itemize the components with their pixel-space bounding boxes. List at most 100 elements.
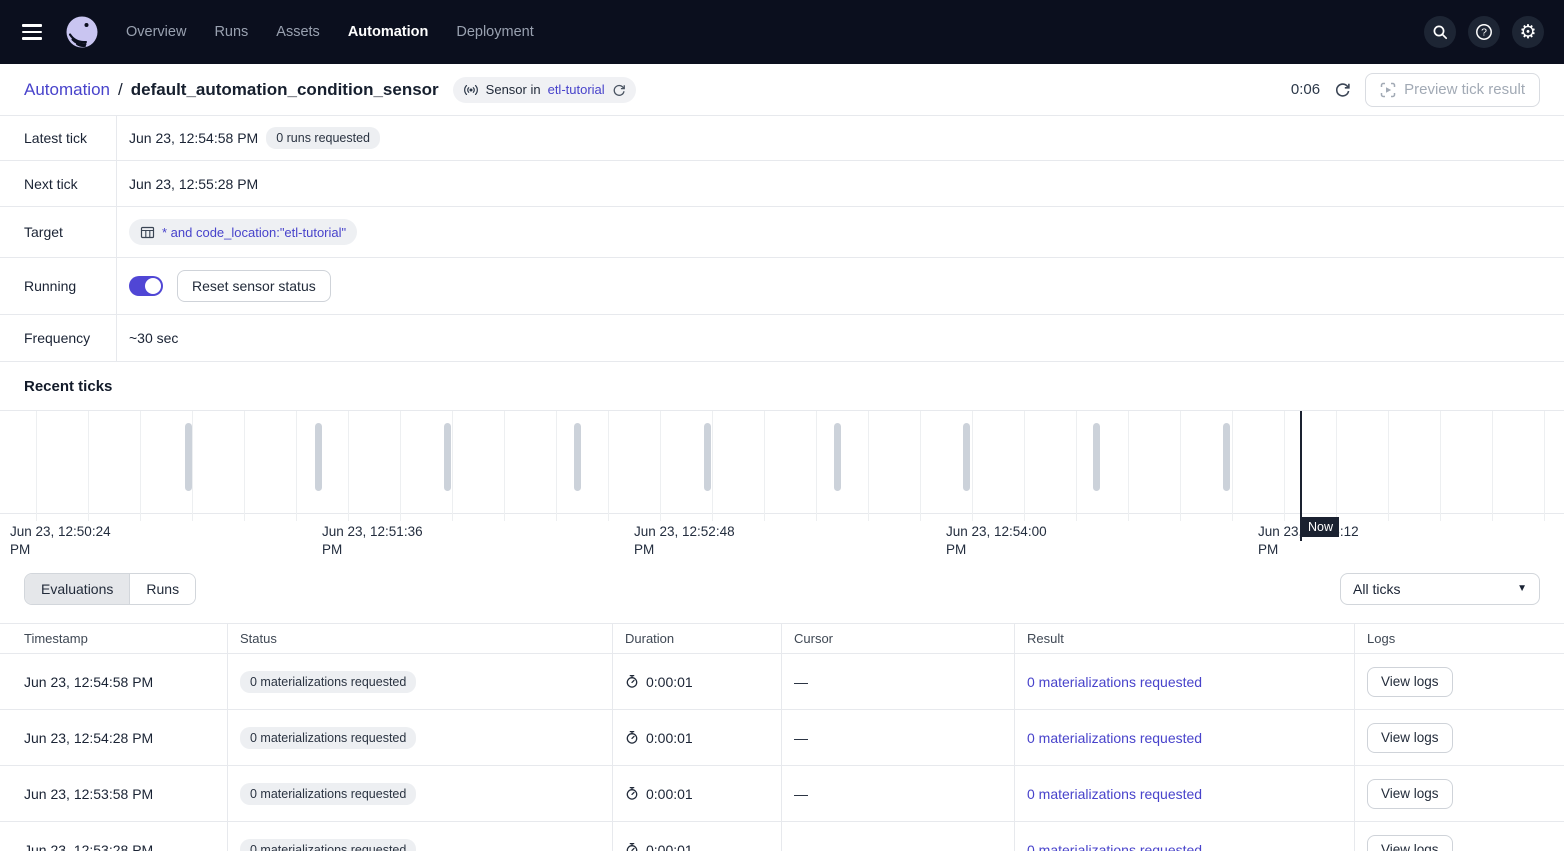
tick-bar[interactable] bbox=[444, 423, 451, 491]
tick-status-badge: 0 materializations requested bbox=[240, 671, 416, 693]
timeline-axis-label: Jun 23, 12:51:36PM bbox=[322, 523, 423, 554]
table-row: Jun 23, 12:53:58 PM 0 materializations r… bbox=[0, 766, 1564, 822]
ticks-toolbar: Evaluations Runs All ticks ▼ bbox=[0, 554, 1564, 623]
tick-timestamp: Jun 23, 12:53:58 PM bbox=[24, 786, 153, 802]
tick-result-link[interactable]: 0 materializations requested bbox=[1027, 730, 1202, 746]
breadcrumb: Automation / default_automation_conditio… bbox=[24, 80, 439, 100]
axis-label-line2: PM bbox=[1258, 541, 1359, 554]
timeline-gridline bbox=[504, 411, 505, 521]
tick-result-link[interactable]: 0 materializations requested bbox=[1027, 674, 1202, 690]
timeline-gridline bbox=[816, 411, 817, 521]
svg-text:?: ? bbox=[1481, 27, 1487, 39]
timeline-gridline bbox=[1024, 411, 1025, 521]
sensor-details: Latest tick Jun 23, 12:54:58 PM 0 runs r… bbox=[0, 116, 1564, 362]
tick-bar[interactable] bbox=[315, 423, 322, 491]
tick-bar[interactable] bbox=[834, 423, 841, 491]
table-row: Jun 23, 12:54:58 PM 0 materializations r… bbox=[0, 654, 1564, 710]
frequency-value: ~30 sec bbox=[129, 330, 178, 346]
tick-status-badge: 0 materializations requested bbox=[240, 783, 416, 805]
running-toggle[interactable] bbox=[129, 276, 163, 296]
axis-label-line2: PM bbox=[322, 541, 423, 554]
recent-ticks-timeline[interactable]: Jun 23, 12:50:24PMJun 23, 12:51:36PMJun … bbox=[0, 410, 1564, 554]
meta-row-latest-tick: Latest tick Jun 23, 12:54:58 PM 0 runs r… bbox=[0, 116, 1564, 161]
meta-label: Next tick bbox=[0, 161, 117, 206]
table-row: Jun 23, 12:54:28 PM 0 materializations r… bbox=[0, 710, 1564, 766]
table-header-row: Timestamp Status Duration Cursor Result … bbox=[0, 624, 1564, 654]
tick-duration: 0:00:01 bbox=[646, 730, 693, 746]
tick-status-badge: 0 materializations requested bbox=[240, 727, 416, 749]
dagster-logo[interactable] bbox=[64, 14, 100, 50]
timeline-gridline bbox=[608, 411, 609, 521]
timeline-gridline bbox=[920, 411, 921, 521]
page-header-actions: 0:06 Preview tick result bbox=[1291, 73, 1540, 107]
axis-label-line1: Jun 23, 12:52:48 bbox=[634, 523, 735, 541]
tick-bar[interactable] bbox=[1223, 423, 1230, 491]
timeline-gridline bbox=[296, 411, 297, 521]
menu-icon[interactable] bbox=[22, 15, 56, 49]
help-icon[interactable]: ? bbox=[1468, 16, 1500, 48]
menu-bar bbox=[22, 37, 42, 40]
tab-evaluations[interactable]: Evaluations bbox=[25, 574, 130, 604]
breadcrumb-separator: / bbox=[118, 80, 123, 100]
nav-item-deployment[interactable]: Deployment bbox=[456, 24, 533, 40]
col-header-duration: Duration bbox=[613, 624, 782, 653]
reset-sensor-status-button[interactable]: Reset sensor status bbox=[177, 270, 331, 302]
tick-duration: 0:00:01 bbox=[646, 842, 693, 851]
timeline-axis-label: Jun 23, 12:50:24PM bbox=[10, 523, 111, 554]
tick-bar[interactable] bbox=[963, 423, 970, 491]
chevron-down-icon: ▼ bbox=[1517, 583, 1527, 594]
tick-result-link[interactable]: 0 materializations requested bbox=[1027, 786, 1202, 802]
meta-row-frequency: Frequency ~30 sec bbox=[0, 315, 1564, 362]
tab-runs[interactable]: Runs bbox=[130, 574, 195, 604]
preview-tick-result-button[interactable]: Preview tick result bbox=[1365, 73, 1540, 107]
timeline-gridline bbox=[1336, 411, 1337, 521]
timeline-axis-label: Jun 23, 12:52:48PM bbox=[634, 523, 735, 554]
tick-duration: 0:00:01 bbox=[646, 674, 693, 690]
search-icon[interactable] bbox=[1424, 16, 1456, 48]
timeline-gridline bbox=[868, 411, 869, 521]
gear-icon[interactable]: ⚙ bbox=[1512, 16, 1544, 48]
view-logs-button[interactable]: View logs bbox=[1367, 779, 1453, 809]
sensor-signal-icon bbox=[463, 82, 479, 98]
axis-label-line1: Jun 23, 12:50:24 bbox=[10, 523, 111, 541]
view-logs-button[interactable]: View logs bbox=[1367, 723, 1453, 753]
col-header-logs: Logs bbox=[1355, 624, 1564, 653]
table-row: Jun 23, 12:53:28 PM 0 materializations r… bbox=[0, 822, 1564, 851]
code-location-link[interactable]: etl-tutorial bbox=[548, 82, 605, 97]
nav-item-assets[interactable]: Assets bbox=[276, 24, 320, 40]
meta-label: Target bbox=[0, 207, 117, 257]
view-logs-button[interactable]: View logs bbox=[1367, 667, 1453, 697]
nav-item-runs[interactable]: Runs bbox=[214, 24, 248, 40]
timeline-gridline bbox=[88, 411, 89, 521]
target-selection-chip[interactable]: * and code_location:"etl-tutorial" bbox=[129, 219, 357, 245]
view-logs-button[interactable]: View logs bbox=[1367, 835, 1453, 851]
tick-result-link[interactable]: 0 materializations requested bbox=[1027, 842, 1202, 851]
tick-status-filter-select[interactable]: All ticks ▼ bbox=[1340, 573, 1540, 605]
breadcrumb-automation-link[interactable]: Automation bbox=[24, 80, 110, 100]
tick-bar[interactable] bbox=[185, 423, 192, 491]
axis-label-line1: Jun 23, 12:51:36 bbox=[322, 523, 423, 541]
axis-label-line2: PM bbox=[946, 541, 1047, 554]
timeline-axis-line bbox=[0, 513, 1564, 514]
nav-item-automation[interactable]: Automation bbox=[348, 24, 429, 40]
tick-bar[interactable] bbox=[1093, 423, 1100, 491]
stopwatch-icon bbox=[625, 786, 639, 801]
axis-label-line1: Jun 23, 12:54:00 bbox=[946, 523, 1047, 541]
tick-bar[interactable] bbox=[574, 423, 581, 491]
timeline-gridline bbox=[1440, 411, 1441, 521]
refresh-icon[interactable] bbox=[1334, 81, 1351, 98]
latest-tick-timestamp: Jun 23, 12:54:58 PM bbox=[129, 130, 258, 146]
stopwatch-icon bbox=[625, 674, 639, 689]
col-header-timestamp: Timestamp bbox=[0, 624, 228, 653]
tick-cursor: — bbox=[794, 674, 808, 690]
col-header-result: Result bbox=[1015, 624, 1355, 653]
tick-timestamp: Jun 23, 12:54:28 PM bbox=[24, 730, 153, 746]
refresh-icon[interactable] bbox=[612, 83, 626, 97]
menu-bar bbox=[22, 24, 42, 27]
tick-status-badge: 0 materializations requested bbox=[240, 839, 416, 851]
tick-duration: 0:00:01 bbox=[646, 786, 693, 802]
nav-item-overview[interactable]: Overview bbox=[126, 24, 186, 40]
tick-bar[interactable] bbox=[704, 423, 711, 491]
timeline-gridline bbox=[1232, 411, 1233, 521]
menu-bar bbox=[22, 31, 42, 34]
